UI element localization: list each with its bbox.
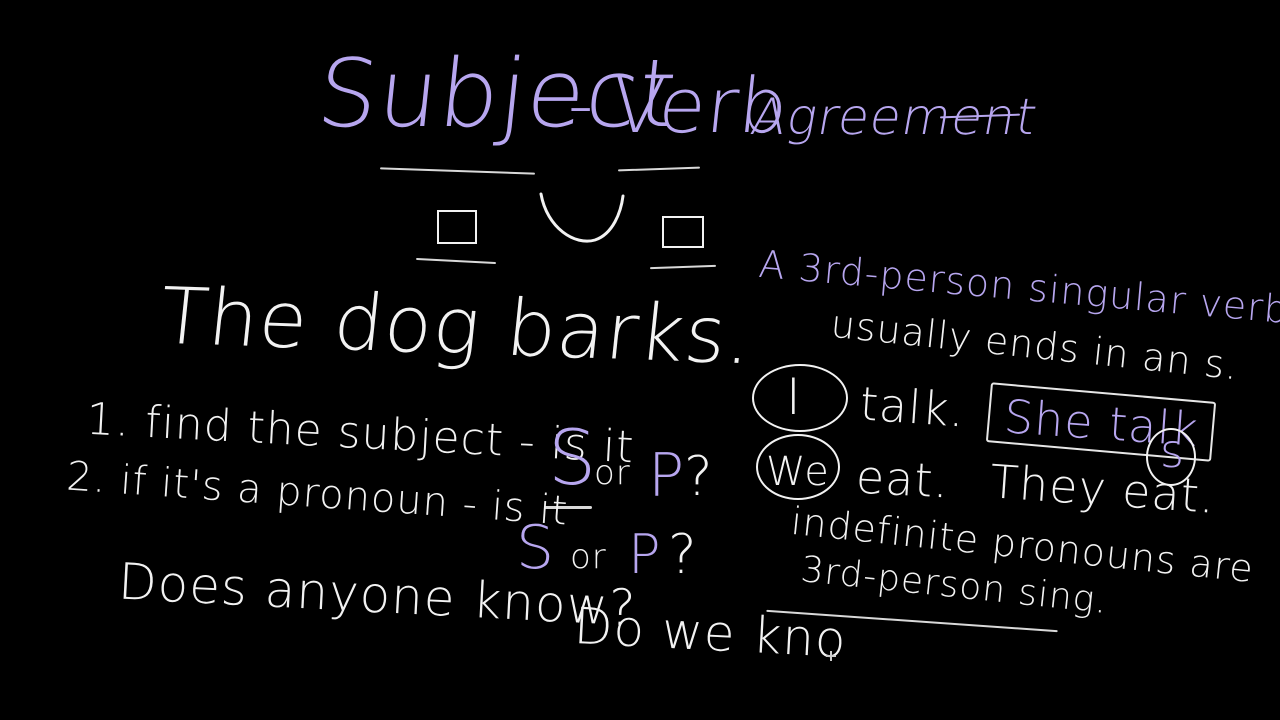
- connector-arc: [539, 192, 625, 243]
- step-2-s-text: S: [516, 513, 556, 583]
- connector-arc-path: [539, 192, 625, 243]
- step-2-p-text: P: [628, 523, 662, 586]
- example-sentence-text: The dog barks.: [155, 271, 758, 383]
- subject-underline: [380, 167, 535, 175]
- i-pronoun-text: I: [786, 368, 802, 426]
- subject-box-underline: [416, 257, 496, 265]
- step-1-p: P: [648, 446, 685, 506]
- question-2-text: Do we kno: [572, 596, 849, 670]
- step-2-or: or: [570, 540, 607, 574]
- verb-box-shape: [662, 216, 704, 248]
- title-dash-text: -: [568, 64, 595, 146]
- step-2-or-text: or: [570, 537, 607, 577]
- verb-underline: [617, 166, 701, 172]
- title-agreement: Agreement: [747, 88, 1042, 146]
- pen-cursor: [826, 651, 836, 661]
- i-pronoun: I: [786, 372, 802, 422]
- step-2-question-text: ?: [668, 523, 698, 586]
- step-2: 2. if it's a pronoun - is it: [65, 454, 570, 535]
- verb-box-underline: [649, 264, 717, 270]
- example-sentence: The dog barks.: [155, 272, 757, 382]
- they-eat: They eat.: [988, 454, 1217, 524]
- step-1-p-text: P: [648, 441, 686, 511]
- step-2-p: P: [628, 528, 662, 582]
- question-2: Do we kno: [573, 597, 848, 669]
- question-1-text: Does anyone know?: [116, 552, 638, 638]
- step-1-or: or: [594, 456, 631, 490]
- title-agreement-text: Agreement: [746, 88, 1043, 146]
- chalkboard: Subject - Verb Agreement The dog barks. …: [0, 0, 1280, 720]
- step-1-s: S: [548, 420, 597, 496]
- step-1-question: ?: [684, 450, 714, 504]
- step-1-question-text: ?: [684, 445, 714, 508]
- step-2-question: ?: [668, 528, 698, 582]
- i-verb-text: talk.: [858, 376, 968, 438]
- we-pronoun-text: We: [766, 449, 830, 495]
- we-verb-text: eat.: [854, 449, 951, 509]
- title-dash: -: [568, 70, 594, 140]
- subject-box-shape: [437, 210, 477, 244]
- question-1: Does anyone know?: [117, 552, 638, 637]
- i-verb: talk.: [858, 376, 967, 437]
- we-pronoun: We: [766, 452, 830, 492]
- step-2-s: S: [516, 518, 555, 578]
- step-1-or-text: or: [594, 453, 631, 493]
- we-verb: eat.: [855, 450, 951, 509]
